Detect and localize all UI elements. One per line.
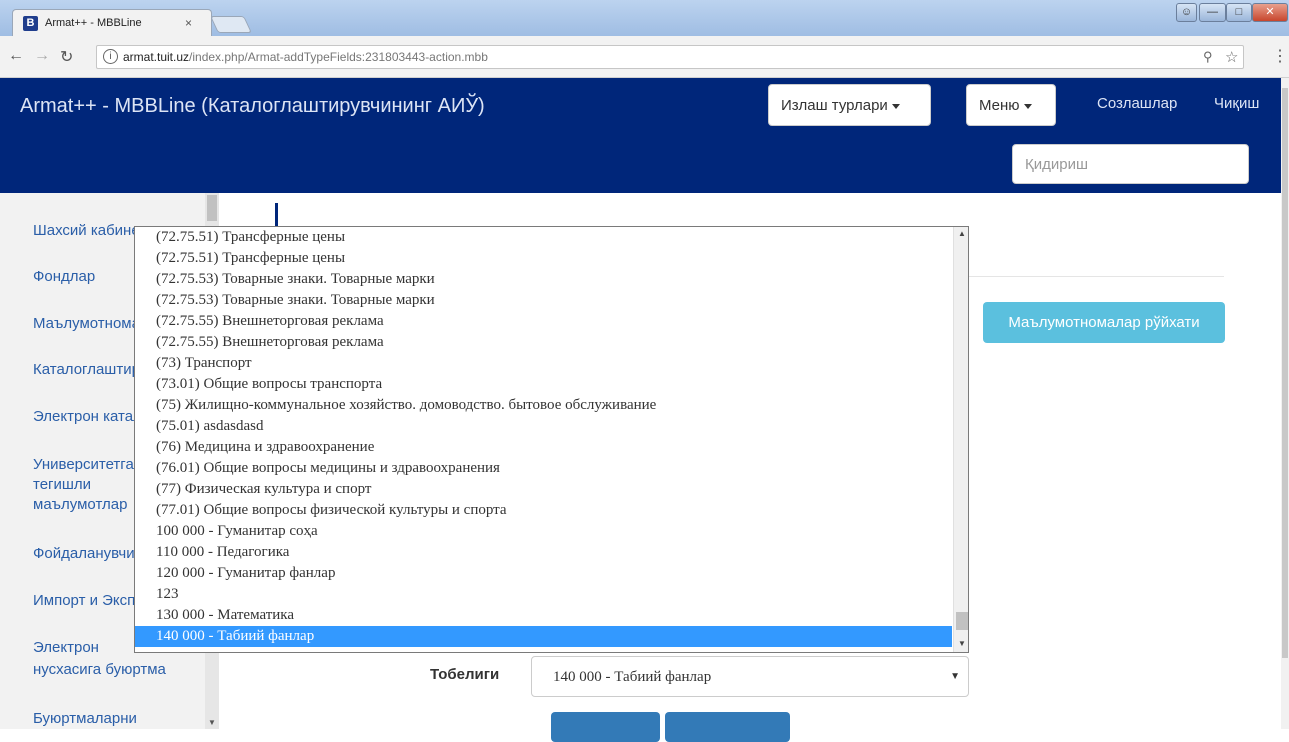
option-item[interactable]: (76.01) Общие вопросы медицины и здравоо… [135,458,952,479]
sidebar-scrollbar-thumb[interactable] [207,195,217,221]
url-path: /index.php/Armat-addTypeFields:231803443… [189,50,488,64]
options-scrollbar[interactable]: ▲ ▼ [953,227,968,652]
menu-label: Меню [979,97,1020,114]
option-item[interactable]: 120 000 - Гуманитар фанлар [135,563,952,584]
reload-icon[interactable]: ↻ [60,47,73,67]
option-item[interactable]: (73.01) Общие вопросы транспорта [135,374,952,395]
url-host: armat.tuit.uz [123,50,190,64]
scroll-down-arrow-icon[interactable]: ▼ [958,639,966,648]
caret-down-icon [1023,103,1032,109]
sidebar-item-university-line1[interactable]: Университетга [33,455,134,475]
select-arrow-icon: ▼ [950,671,960,682]
option-item[interactable]: (77) Физическая культура и спорт [135,479,952,500]
site-info-icon[interactable]: i [103,49,118,64]
option-item[interactable]: (75.01) asdasdasd [135,416,952,437]
tobeligi-options-list[interactable]: (72.75.51) Трансферные цены (72.75.51) Тр… [134,226,969,653]
search-types-dropdown[interactable]: Излаш турлари [768,84,931,126]
sidebar-item-eorder-line2[interactable]: нусхасига буюртма [33,660,166,680]
window-user-icon[interactable]: ☺ [1176,3,1197,22]
sidebar-item-orders[interactable]: Буюртмаларни [33,709,137,729]
cancel-button[interactable] [665,712,790,742]
tobeligi-select[interactable]: 140 000 - Табиий фанлар ▼ [531,656,969,697]
option-item[interactable]: (72.75.53) Товарные знаки. Товарные марк… [135,290,952,311]
page-scrollbar-thumb[interactable] [1282,88,1288,658]
browser-toolbar: ← → ↻ i armat.tuit.uz/index.php/Armat-ad… [0,36,1289,78]
brand-title[interactable]: Armat++ - MBBLine (Каталоглаштирувчининг… [20,95,485,118]
option-item[interactable]: 100 000 - Гуманитар соҳа [135,521,952,542]
menu-dropdown[interactable]: Меню [966,84,1056,126]
option-item[interactable]: 140 000 - Табиий фанлар [135,626,952,647]
window-maximize-button[interactable]: □ [1226,3,1252,22]
settings-link[interactable]: Созлашлар [1097,95,1177,112]
option-item[interactable]: 110 000 - Педагогика [135,542,952,563]
site-favicon-icon: B [23,16,38,31]
option-item[interactable]: (72.75.51) Трансферные цены [135,248,952,269]
url-text: armat.tuit.uz/index.php/Armat-addTypeFie… [123,50,488,64]
option-item[interactable]: 130 000 - Математика [135,605,952,626]
logout-link[interactable]: Чиқиш [1214,95,1259,112]
option-item[interactable]: (77.01) Общие вопросы физической культур… [135,500,952,521]
option-item[interactable]: (72.75.53) Товарные знаки. Товарные марк… [135,269,952,290]
option-item[interactable]: (72.75.51) Трансферные цены [135,227,952,248]
scroll-up-arrow-icon[interactable]: ▲ [958,229,966,238]
back-arrow-icon[interactable]: ← [8,47,24,65]
bookmark-star-icon[interactable]: ☆ [1225,48,1238,66]
option-item[interactable]: (72.75.55) Внешнеторговая реклама [135,332,952,353]
sidebar-item-university-line2[interactable]: тегишли [33,475,91,495]
window-minimize-button[interactable]: — [1199,3,1226,22]
sidebar-item-eorder-line1[interactable]: Электрон [33,638,99,658]
option-item[interactable]: (75) Жилищно-коммунальное хозяйство. дом… [135,395,952,416]
forward-arrow-icon[interactable]: → [34,47,50,65]
options-scrollbar-thumb[interactable] [956,612,968,630]
save-button[interactable] [551,712,660,742]
search-types-label: Излаш турлари [781,97,888,114]
browser-menu-icon[interactable]: ⋮ [1272,46,1288,66]
caret-down-icon [891,103,900,109]
scroll-down-arrow-icon[interactable]: ▼ [208,718,216,727]
option-item[interactable]: (72.75.55) Внешнеторговая реклама [135,311,952,332]
references-list-button[interactable]: Маълумотномалар рўйхати [983,302,1225,343]
address-bar[interactable]: i armat.tuit.uz/index.php/Armat-addTypeF… [96,45,1244,69]
option-item[interactable]: 123 [135,584,952,605]
option-item[interactable]: (73) Транспорт [135,353,952,374]
sidebar-item-funds[interactable]: Фондлар [33,267,95,287]
search-input[interactable] [1012,144,1249,184]
browser-tab[interactable]: B Armat++ - MBBLine × [12,9,212,36]
sidebar-item-cabinet[interactable]: Шахсий кабинет [33,221,146,241]
browser-titlebar: B Armat++ - MBBLine × ☺ — □ ✕ [0,0,1289,36]
page-scrollbar[interactable] [1281,78,1289,729]
tobeligi-label: Тобелиги [430,666,500,683]
zoom-icon[interactable]: ⚲ [1203,49,1213,65]
tab-close-icon[interactable]: × [185,16,192,30]
cursor-marker [275,203,278,227]
tobeligi-selected-value: 140 000 - Табиий фанлар [553,669,712,685]
sidebar-item-university-line3[interactable]: маълумотлар [33,495,127,515]
option-item[interactable]: (76) Медицина и здравоохранение [135,437,952,458]
window-close-button[interactable]: ✕ [1252,3,1288,22]
new-tab-button[interactable] [210,16,252,33]
tab-title: Armat++ - MBBLine [45,17,142,29]
